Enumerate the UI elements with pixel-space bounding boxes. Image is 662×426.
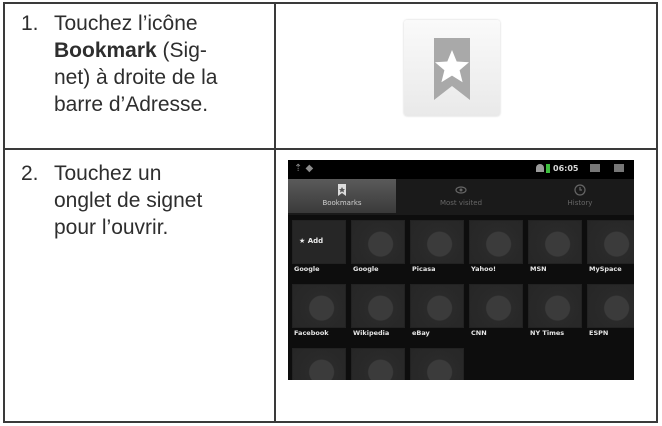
bookmark-name: Facebook [294,329,329,337]
add-thumb: ★ Add [292,220,346,264]
bookmark-tile[interactable]: MSN [528,220,582,274]
step-1-bold-term: Bookmark [54,39,157,62]
bookmark-thumbnail [292,348,346,380]
status-time: 06:05 [553,164,579,173]
tab-most-visited[interactable]: Most visited [407,179,515,213]
table-border-left [3,2,5,423]
tab-bookmarks[interactable]: Bookmarks [288,179,396,213]
bookmark-name: Google [294,265,320,273]
add-label-text: Add [307,237,324,245]
tab-history-label: History [567,199,593,207]
browser-bookmarks-screenshot: ⇡ ◆ 06:05 Bookmarks Most visited History… [288,160,634,380]
bookmark-thumbnail [528,220,582,264]
bookmark-name: Google [353,265,379,273]
step-2-line-2: onglet de signet [54,189,203,212]
add-label: ★ Add [299,237,324,245]
bookmark-name: MSN [530,265,547,273]
bookmark-name: Wikipedia [353,329,390,337]
table-border-right [656,2,658,423]
bookmark-thumbnail [587,220,634,264]
tab-most-visited-label: Most visited [439,199,483,207]
bookmark-name: NY Times [530,329,565,337]
bookmark-thumbnail [292,284,346,328]
bookmark-thumbnail [469,220,523,264]
step-1-number: 1. [21,12,39,35]
bookmark-tile[interactable]: NY Times [528,284,582,338]
bookmark-tile[interactable]: Yahoo! [469,220,523,274]
bookmark-star-icon [434,38,470,100]
bookmark-thumbnail [410,348,464,380]
clock-icon [574,184,586,196]
bookmark-tile-partial[interactable] [292,348,346,380]
bookmark-button-image [404,20,500,116]
bookmark-thumbnail [587,284,634,328]
bookmark-name: MySpace [589,265,622,273]
bookmark-thumbnail [351,220,405,264]
bookmark-tile[interactable]: Google [351,220,405,274]
bookmark-tile[interactable]: CNN [469,284,523,338]
step-1-line-1: Touchez l’icône [54,12,198,35]
bookmark-thumbnail [351,284,405,328]
table-border-bottom [3,421,658,423]
table-row-divider [3,148,658,150]
add-bookmark-tile[interactable]: ★ Add Google [292,220,346,274]
status-bar: ⇡ ◆ 06:05 [288,160,634,179]
step-1-line-3: net) à droite de la [54,66,218,89]
bookmark-tile[interactable]: Facebook [292,284,346,338]
bookmark-icon [338,184,346,196]
signal-icon [614,164,624,172]
bookmark-thumbnail [351,348,405,380]
notification-icon [590,164,600,172]
bookmark-name: CNN [471,329,487,337]
step-2-number: 2. [21,162,39,185]
tab-history[interactable]: History [526,179,634,213]
step-2-line-3: pour l’ouvrir. [54,216,169,239]
bookmark-tile[interactable]: ESPN [587,284,634,338]
bookmark-thumbnail [528,284,582,328]
eye-icon [455,186,467,194]
wifi-icon [536,164,544,172]
bookmark-tile-partial[interactable] [410,348,464,380]
bookmark-name: ESPN [589,329,609,337]
table-column-divider [274,2,276,423]
status-notification-icons: ⇡ ◆ [294,163,314,174]
step-1-line-4: barre d’Adresse. [54,93,209,116]
table-border-top [3,2,658,4]
step-1-line-2: Bookmark (Sig- [54,37,217,64]
bookmark-tile[interactable]: MySpace [587,220,634,274]
bookmark-tile[interactable]: eBay [410,284,464,338]
bookmark-tabs: Bookmarks Most visited History [288,179,634,215]
bookmark-name: Picasa [412,265,436,273]
step-1-text: Touchez l’icône Bookmark (Sig- net) à dr… [54,10,217,118]
battery-icon [546,164,550,173]
step-2-text: Touchez un onglet de signet pour l’ouvri… [54,160,202,241]
bookmark-tile[interactable]: Picasa [410,220,464,274]
bookmark-tile-partial[interactable] [351,348,405,380]
bookmark-tile[interactable]: Wikipedia [351,284,405,338]
bookmark-thumbnail [410,284,464,328]
bookmark-name: Yahoo! [471,265,497,273]
bookmark-thumbnail [410,220,464,264]
step-2-line-1: Touchez un [54,162,162,185]
step-1-line-2-rest: (Sig- [156,39,207,62]
tab-bookmarks-label: Bookmarks [322,199,362,207]
bookmark-name: eBay [412,329,430,337]
bookmark-thumbnail [469,284,523,328]
